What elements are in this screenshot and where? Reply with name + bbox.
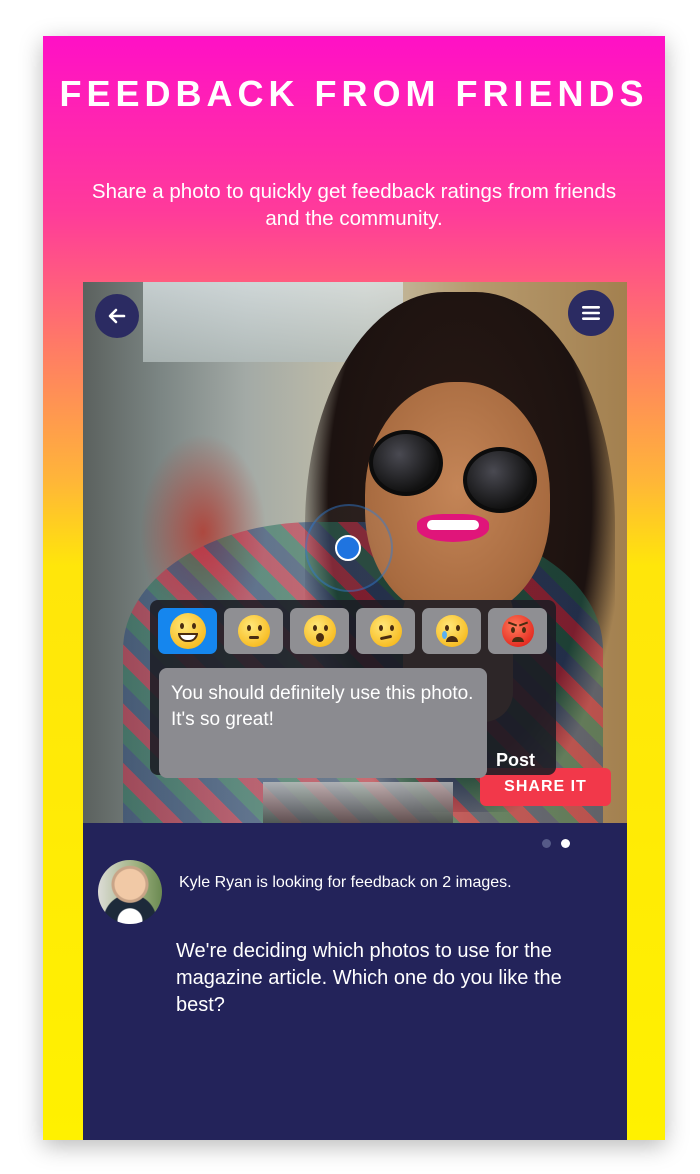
back-button[interactable] <box>95 294 139 338</box>
sunglasses-right-lens <box>463 447 537 513</box>
menu-button[interactable] <box>568 290 614 336</box>
tag-point[interactable] <box>335 535 361 561</box>
page-dot-2-active[interactable] <box>561 839 570 848</box>
emoji-thinking-button[interactable] <box>224 608 283 654</box>
request-message: We're deciding which photos to use for t… <box>176 940 562 1016</box>
headline: FEEDBACK FROM FRIENDS <box>43 73 665 115</box>
feedback-panel: You should definitely use this photo. It… <box>150 600 556 778</box>
share-button-label: SHARE IT <box>504 778 587 795</box>
page-dot-1[interactable] <box>542 839 551 848</box>
angry-emoji-icon <box>501 615 534 647</box>
grinning-emoji-icon <box>169 613 206 649</box>
thinking-emoji-icon <box>237 615 270 647</box>
headline-text: FEEDBACK FROM FRIENDS <box>59 73 649 114</box>
surprised-emoji-icon <box>303 615 336 647</box>
post-button[interactable]: Post <box>496 750 535 771</box>
request-author-line: Kyle Ryan is looking for feedback on 2 i… <box>179 874 512 891</box>
comment-text: You should definitely use this photo. It… <box>171 683 474 730</box>
promo-card: FEEDBACK FROM FRIENDS Share a photo to q… <box>43 36 665 1140</box>
emoji-angry-button[interactable] <box>488 608 547 654</box>
tshirt-print <box>263 782 453 823</box>
emoji-confused-button[interactable] <box>356 608 415 654</box>
avatar[interactable] <box>98 860 162 924</box>
emoji-crying-button[interactable] <box>422 608 481 654</box>
page-indicator[interactable] <box>542 839 570 848</box>
emoji-surprised-button[interactable] <box>290 608 349 654</box>
confused-emoji-icon <box>369 615 402 647</box>
subheadline: Share a photo to quickly get feedback ra… <box>91 180 617 230</box>
photo-teeth <box>427 520 479 530</box>
arrow-left-icon <box>108 308 126 324</box>
emoji-grinning-button[interactable] <box>158 608 217 654</box>
sunglasses-left-lens <box>369 430 443 496</box>
hamburger-menu-icon <box>582 306 600 320</box>
crying-emoji-icon <box>435 615 468 647</box>
comment-input[interactable]: You should definitely use this photo. It… <box>159 668 487 778</box>
